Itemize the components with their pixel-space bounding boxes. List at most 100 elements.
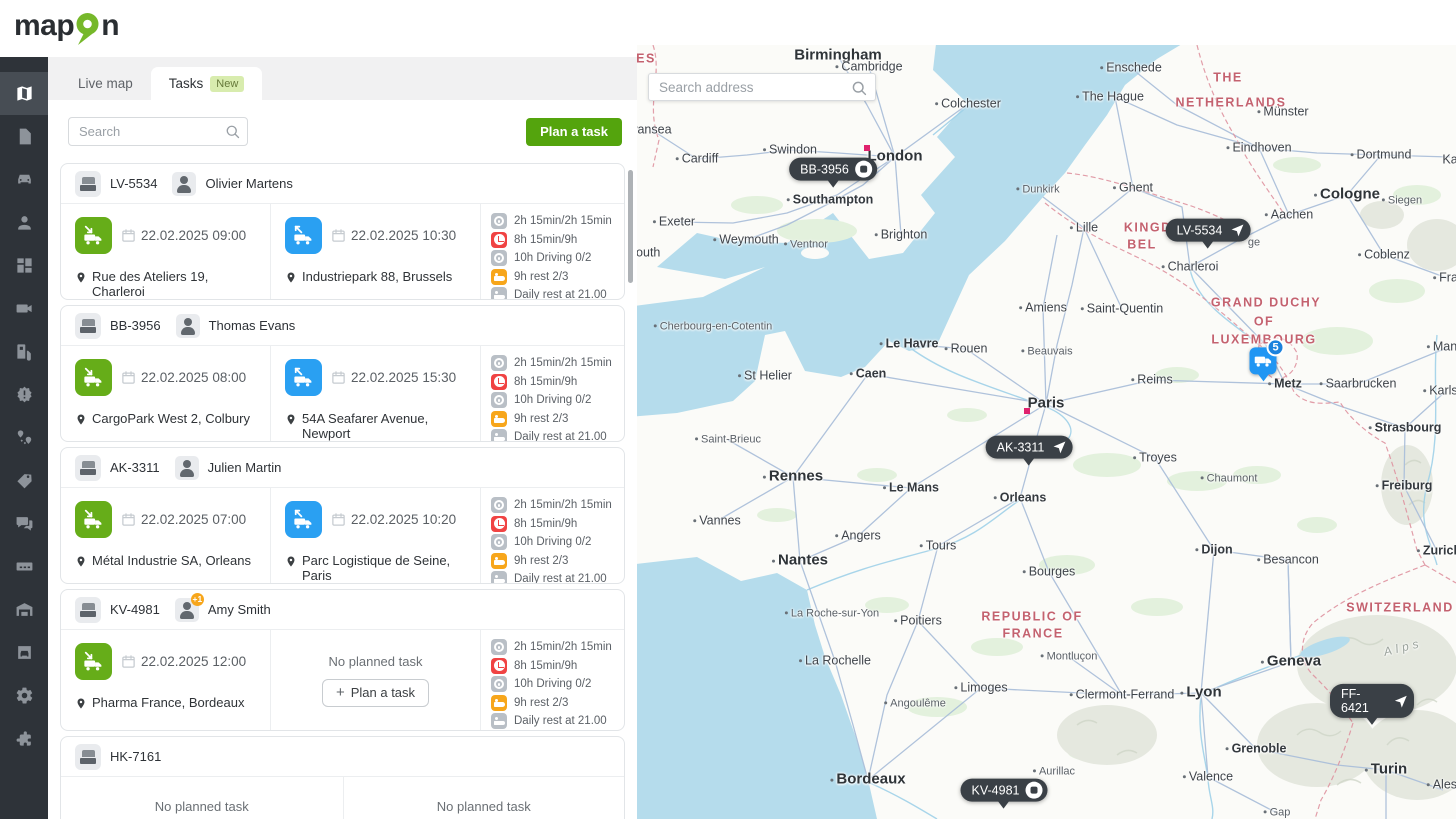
sidebar-item-fuel[interactable] bbox=[0, 330, 48, 373]
sidebar-item-settings[interactable] bbox=[0, 674, 48, 717]
task-card[interactable]: HK-7161 No planned task +Plan a task No … bbox=[60, 736, 625, 819]
pickup-address: Métal Industrie SA, Orleans bbox=[92, 553, 251, 568]
stopped-icon bbox=[1025, 782, 1042, 799]
driver-avatar-icon: +1 bbox=[175, 598, 199, 622]
driver-avatar-icon bbox=[172, 172, 196, 196]
no-planned-task: No planned task +Plan a task bbox=[343, 777, 625, 819]
delivery-icon bbox=[285, 359, 322, 396]
vehicle-thumb-icon bbox=[75, 744, 101, 770]
new-badge: New bbox=[210, 76, 244, 92]
delivery-icon bbox=[285, 501, 322, 538]
pickup-date: 22.02.2025 09:00 bbox=[141, 228, 246, 243]
vehicle-thumb-icon bbox=[75, 313, 101, 339]
tab-live-map[interactable]: Live map bbox=[60, 67, 151, 100]
marker-plate: AK-3311 bbox=[997, 440, 1045, 454]
scrollbar[interactable] bbox=[628, 170, 633, 283]
pickup-icon bbox=[75, 217, 112, 254]
search-icon bbox=[851, 80, 867, 96]
stat-icon bbox=[491, 232, 507, 248]
stat-text: 9h rest 2/3 bbox=[514, 555, 568, 567]
task-card[interactable]: AK-3311 Julien Martin 22.02.2025 07:00 bbox=[60, 447, 625, 584]
task-card[interactable]: BB-3956 Thomas Evans 22.02.2025 08:00 bbox=[60, 305, 625, 442]
stat-icon bbox=[491, 213, 507, 229]
task-search-input[interactable] bbox=[68, 117, 248, 146]
vehicle-marker[interactable]: AK-3311 bbox=[986, 436, 1073, 472]
plan-task-button[interactable]: Plan a task bbox=[526, 118, 622, 146]
location-pin-icon bbox=[75, 270, 87, 285]
vehicle-marker[interactable]: LV-5534 bbox=[1166, 219, 1251, 255]
sidebar-item-chat[interactable] bbox=[0, 502, 48, 545]
marker-plate: LV-5534 bbox=[1177, 223, 1223, 237]
vehicle-plate: HK-7161 bbox=[110, 749, 161, 764]
task-card[interactable]: LV-5534 Olivier Martens 22.02.2025 09:00 bbox=[60, 163, 625, 300]
pickup-date: 22.02.2025 12:00 bbox=[141, 654, 246, 669]
driver-stats: 2h 15min/2h 15min 8h 15min/9h 10h Driving … bbox=[481, 346, 624, 441]
sidebar-item-garage[interactable] bbox=[0, 588, 48, 631]
stat-text: 8h 15min/9h bbox=[514, 660, 577, 672]
map-search-input[interactable] bbox=[649, 74, 875, 100]
sidebar-item-routes[interactable] bbox=[0, 416, 48, 459]
sidebar-item-camera[interactable] bbox=[0, 287, 48, 330]
vehicle-thumb-icon bbox=[75, 455, 101, 481]
stat-icon bbox=[491, 639, 507, 655]
logo-text-n: n bbox=[101, 9, 119, 43]
moving-arrow-icon bbox=[1228, 222, 1245, 239]
stat-icon bbox=[491, 571, 507, 584]
stat-text: 2h 15min/2h 15min bbox=[514, 357, 612, 369]
stat-text: 10h Driving 0/2 bbox=[514, 536, 591, 548]
stat-icon bbox=[491, 713, 507, 729]
logo-text-map: map bbox=[14, 9, 74, 43]
mapon-logo[interactable]: map n bbox=[14, 9, 119, 46]
vehicle-marker[interactable]: FF-6421 bbox=[1330, 684, 1414, 731]
stat-text: Daily rest at 21.00 bbox=[514, 431, 607, 442]
logo-pin-icon bbox=[75, 12, 100, 46]
location-pin-icon bbox=[75, 412, 87, 427]
sidebar-item-vehicles[interactable] bbox=[0, 158, 48, 201]
moving-arrow-icon bbox=[1393, 692, 1409, 709]
sidebar-item-map[interactable] bbox=[0, 72, 48, 115]
moving-arrow-icon bbox=[1050, 439, 1067, 456]
no-planned-task: No planned task +Plan a task bbox=[61, 777, 343, 819]
stat-text: 10h Driving 0/2 bbox=[514, 394, 591, 406]
calendar-icon bbox=[331, 228, 346, 243]
driver-stats: 2h 15min/2h 15min8h 15min/9h10h Driving … bbox=[481, 630, 624, 730]
delivery-date: 22.02.2025 10:20 bbox=[351, 512, 456, 527]
vehicle-marker[interactable]: KV-4981 bbox=[961, 779, 1048, 815]
pickup-date: 22.02.2025 08:00 bbox=[141, 370, 246, 385]
sidebar-item-documents[interactable] bbox=[0, 115, 48, 158]
sidebar-item-drivers[interactable] bbox=[0, 201, 48, 244]
sidebar-item-dashboard[interactable] bbox=[0, 244, 48, 287]
sidebar-item-alerts[interactable] bbox=[0, 373, 48, 416]
app-header: map n bbox=[0, 0, 637, 57]
cluster-marker[interactable]: 5 bbox=[1250, 347, 1277, 387]
task-card[interactable]: KV-4981 +1 Amy Smith bbox=[60, 589, 625, 731]
vehicle-marker[interactable]: BB-3956 bbox=[789, 158, 877, 194]
calendar-icon bbox=[121, 370, 136, 385]
stat-text: 8h 15min/9h bbox=[514, 376, 577, 388]
sidebar-item-tachograph[interactable] bbox=[0, 545, 48, 588]
marker-pointer bbox=[1023, 458, 1035, 472]
map[interactable]: ESBirminghamCambridgeEnschedeThe HagueTH… bbox=[637, 45, 1456, 819]
tab-tasks[interactable]: Tasks New bbox=[151, 67, 263, 100]
pickup-address: CargoPark West 2, Colbury bbox=[92, 411, 250, 426]
plus-icon: + bbox=[336, 684, 345, 701]
delivery-leg: 22.02.2025 10:30 Industriepark 88, Bruss… bbox=[271, 204, 481, 299]
calendar-icon bbox=[121, 654, 136, 669]
vehicle-thumb-icon bbox=[75, 597, 101, 623]
sidebar-item-service[interactable] bbox=[0, 631, 48, 674]
search-icon bbox=[225, 124, 240, 139]
marker-plate: FF-6421 bbox=[1341, 687, 1387, 715]
marker-pointer bbox=[1366, 717, 1378, 731]
sidebar-item-tasks[interactable] bbox=[0, 459, 48, 502]
pickup-leg: 22.02.2025 12:00 Pharma France, Bordeaux bbox=[61, 630, 271, 730]
plan-task-inline-button[interactable]: +Plan a task bbox=[322, 679, 429, 707]
stat-icon bbox=[491, 429, 507, 442]
pickup-leg: 22.02.2025 07:00 Métal Industrie SA, Orl… bbox=[61, 488, 271, 583]
sidebar-item-addons[interactable] bbox=[0, 717, 48, 760]
vehicle-plate: AK-3311 bbox=[110, 460, 160, 475]
stat-icon bbox=[491, 553, 507, 569]
location-pin-icon bbox=[75, 554, 87, 569]
stat-icon bbox=[491, 250, 507, 266]
marker-plate: BB-3956 bbox=[800, 162, 849, 176]
stat-icon bbox=[491, 269, 507, 285]
